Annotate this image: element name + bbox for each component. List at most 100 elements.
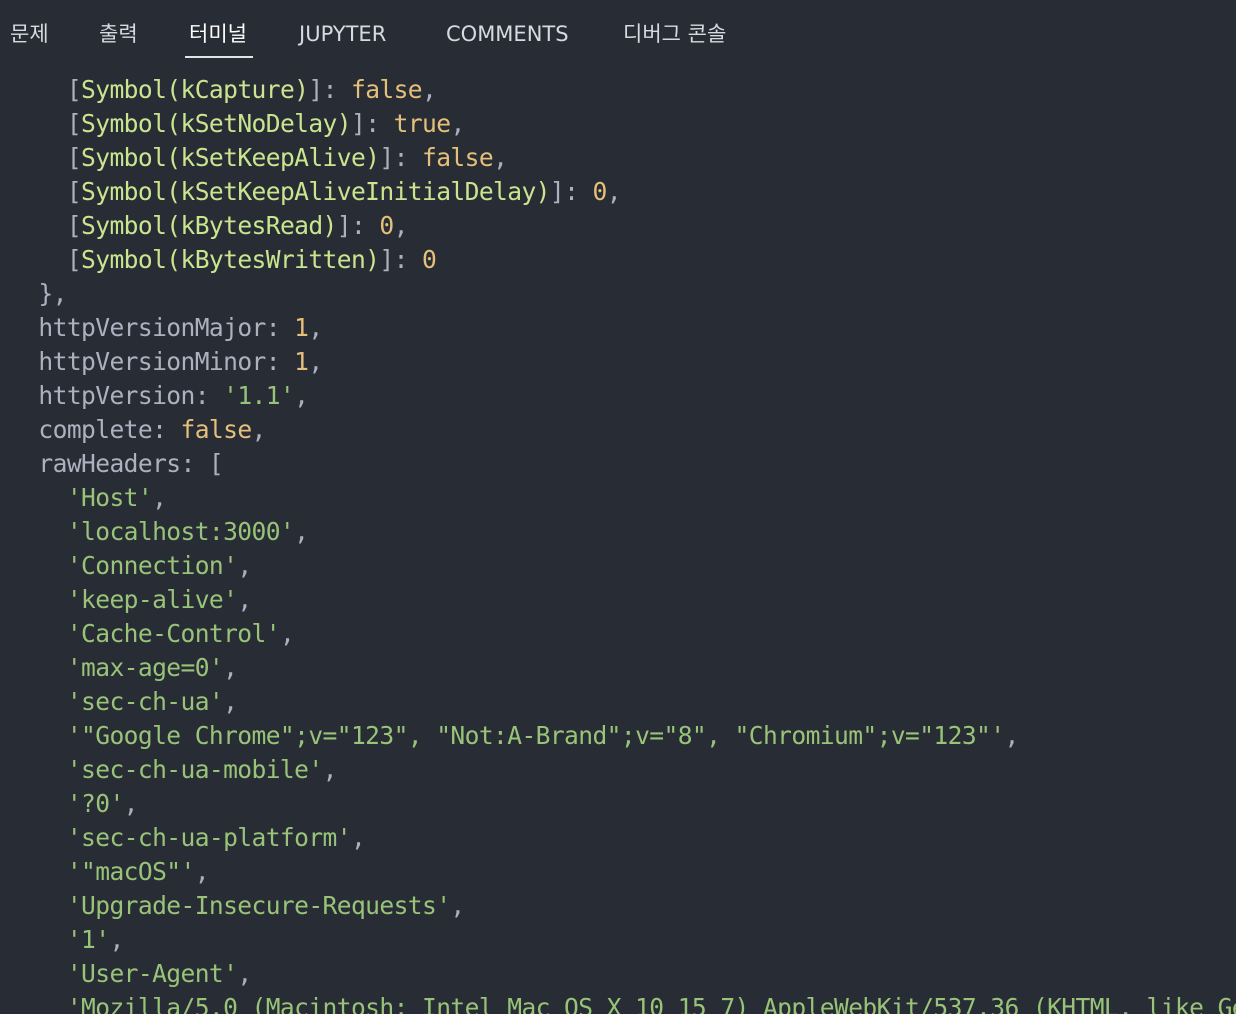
terminal-line: 'sec-ch-ua', xyxy=(10,685,238,719)
token-punctuation: httpVersionMajor: xyxy=(38,313,295,342)
token-punctuation: , xyxy=(223,653,238,682)
token-punctuation: }, xyxy=(38,279,67,308)
token-string: 'Cache-Control' xyxy=(66,619,281,648)
token-punctuation: httpVersionMinor: xyxy=(38,347,295,376)
terminal-line: '?0', xyxy=(10,787,139,821)
token-punctuation: ]: xyxy=(379,143,423,172)
terminal-line: httpVersionMajor: 1, xyxy=(10,311,323,345)
token-punctuation: rawHeaders: [ xyxy=(38,449,224,478)
terminal-line: 'sec-ch-ua-mobile', xyxy=(10,753,338,787)
terminal-line: [Symbol(kCapture)]: false, xyxy=(10,73,437,107)
token-punctuation: , xyxy=(350,823,366,852)
token-punctuation: [ xyxy=(66,109,82,138)
terminal-line: 'Cache-Control', xyxy=(10,617,295,651)
token-punctuation: , xyxy=(294,381,309,410)
token-punctuation: , xyxy=(237,551,252,580)
token-punctuation: , xyxy=(450,891,465,920)
terminal-output[interactable]: [Symbol(kCapture)]: false, [Symbol(kSetN… xyxy=(0,72,1236,1014)
token-string: 'Host' xyxy=(66,483,153,512)
token-string: '"Google Chrome";v="123", "Not:A-Brand";… xyxy=(66,721,1005,750)
token-string: 'max-age=0' xyxy=(66,653,224,682)
token-punctuation: , xyxy=(450,109,465,138)
token-punctuation: , xyxy=(1004,721,1019,750)
token-keyword: false xyxy=(350,75,423,104)
tab-output[interactable]: 출력 xyxy=(99,20,138,48)
tab-problems[interactable]: 문제 xyxy=(10,20,49,48)
tab-comments[interactable]: COMMENTS xyxy=(446,20,569,48)
token-string: 'User-Agent' xyxy=(66,959,238,988)
token-punctuation: , xyxy=(422,75,437,104)
token-punctuation: ]: xyxy=(308,75,351,104)
terminal-line: rawHeaders: [ xyxy=(10,447,223,481)
token-string: '"macOS"' xyxy=(66,857,195,886)
panel-tab-bar: 문제 출력 터미널 JUPYTER COMMENTS 디버그 콘솔 xyxy=(0,0,1236,72)
token-punctuation: , xyxy=(294,517,309,546)
token-punctuation: , xyxy=(279,619,295,648)
token-punctuation: ]: xyxy=(549,177,593,206)
token-punctuation: , xyxy=(308,313,323,342)
tab-jupyter[interactable]: JUPYTER xyxy=(299,20,386,48)
token-string: 'Connection' xyxy=(66,551,238,580)
terminal-line: 'sec-ch-ua-platform', xyxy=(10,821,366,855)
token-punctuation: [ xyxy=(66,143,82,172)
terminal-line: 'User-Agent', xyxy=(10,957,252,991)
terminal-line: }, xyxy=(10,277,67,311)
token-string: '1.1' xyxy=(223,381,295,410)
token-number: 0 xyxy=(592,177,608,206)
token-punctuation: , xyxy=(493,143,508,172)
token-punctuation: , xyxy=(237,585,252,614)
token-punctuation: ]: xyxy=(350,109,394,138)
tab-terminal[interactable]: 터미널 xyxy=(189,20,247,48)
token-symbol: Symbol(kBytesRead) xyxy=(81,211,337,240)
token-string: 'sec-ch-ua-platform' xyxy=(66,823,352,852)
token-string: 'Upgrade-Insecure-Requests' xyxy=(66,891,451,920)
terminal-line: 'keep-alive', xyxy=(10,583,252,617)
active-tab-indicator xyxy=(185,56,253,58)
token-number: 1 xyxy=(294,347,309,376)
tab-debug-console[interactable]: 디버그 콘솔 xyxy=(623,20,726,48)
token-punctuation: [ xyxy=(66,177,82,206)
terminal-line: httpVersionMinor: 1, xyxy=(10,345,323,379)
token-string: 'sec-ch-ua' xyxy=(66,687,224,716)
token-punctuation: , xyxy=(123,789,139,818)
token-string: 'localhost:3000' xyxy=(66,517,295,546)
token-keyword: false xyxy=(422,143,494,172)
terminal-line: complete: false, xyxy=(10,413,266,447)
terminal-line: [Symbol(kSetKeepAliveInitialDelay)]: 0, xyxy=(10,175,622,209)
terminal-line: '"Google Chrome";v="123", "Not:A-Brand";… xyxy=(10,719,1019,753)
terminal-line: 'max-age=0', xyxy=(10,651,238,685)
token-punctuation: ]: xyxy=(379,245,423,274)
token-punctuation: , xyxy=(194,857,210,886)
terminal-line: 'Host', xyxy=(10,481,167,515)
terminal-line: 'Upgrade-Insecure-Requests', xyxy=(10,889,465,923)
token-string: 'Mozilla/5.0 (Macintosh; Intel Mac OS X … xyxy=(66,993,1236,1014)
token-punctuation: ]: xyxy=(336,211,380,240)
token-keyword: false xyxy=(180,415,253,444)
token-punctuation: , xyxy=(237,959,252,988)
terminal-line: [Symbol(kSetKeepAlive)]: false, xyxy=(10,141,508,175)
token-keyword: true xyxy=(393,109,451,138)
token-symbol: Symbol(kSetKeepAliveInitialDelay) xyxy=(81,177,550,206)
token-symbol: Symbol(kCapture) xyxy=(81,75,309,104)
token-symbol: Symbol(kSetNoDelay) xyxy=(81,109,352,138)
token-punctuation: [ xyxy=(66,211,82,240)
